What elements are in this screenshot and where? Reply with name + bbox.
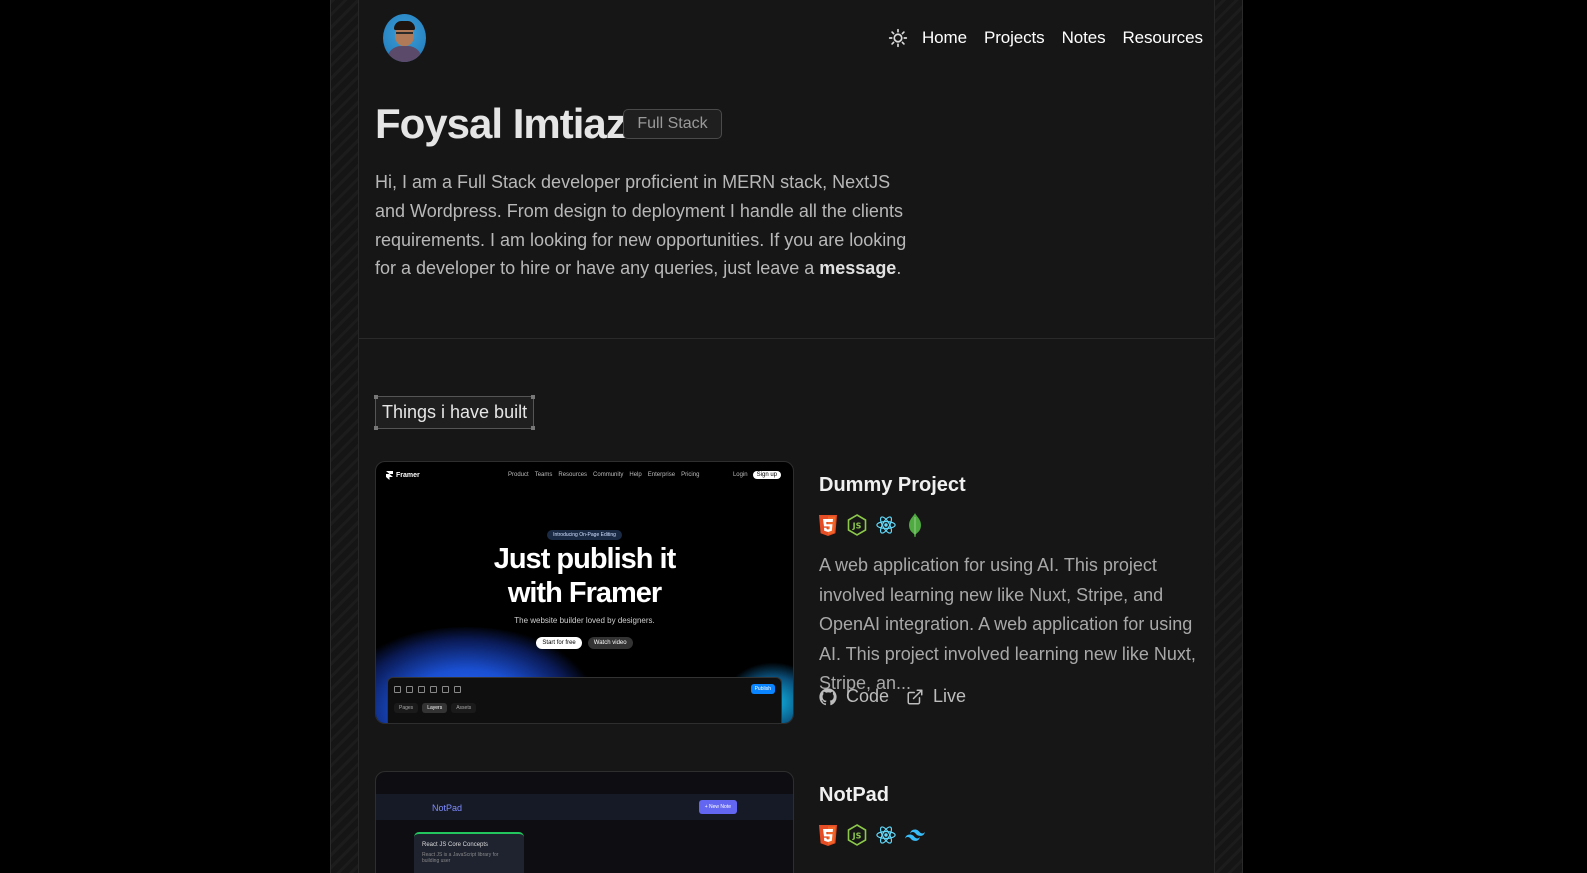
tailwind-icon — [905, 824, 925, 846]
preview-nav: Framer Product Teams Resources Community… — [386, 468, 783, 482]
nav-home[interactable]: Home — [922, 28, 967, 48]
preview-nav-links: Product Teams Resources Community Help E… — [508, 472, 700, 478]
react-icon — [876, 824, 896, 846]
mongodb-icon — [905, 513, 925, 537]
live-link[interactable]: Live — [906, 686, 966, 707]
nav-resources[interactable]: Resources — [1122, 28, 1202, 48]
project-thumbnail-dummy[interactable]: Framer Product Teams Resources Community… — [375, 461, 794, 724]
main-nav: Home Projects Notes Resources — [888, 28, 1203, 48]
avatar[interactable] — [383, 14, 426, 62]
nav-notes[interactable]: Notes — [1062, 28, 1106, 48]
svg-text:JS: JS — [852, 832, 862, 841]
bio-end: . — [896, 258, 902, 279]
html5-icon — [818, 824, 838, 846]
preview-badge: Introducing On-Page Editing — [376, 523, 793, 541]
role-badge: Full Stack — [623, 109, 722, 139]
tech-stack: JS — [818, 513, 925, 537]
sun-icon[interactable] — [888, 28, 908, 48]
profile-name: Foysal Imtiaz — [375, 100, 627, 147]
nodejs-icon: JS — [847, 514, 867, 536]
code-link[interactable]: Code — [819, 686, 889, 707]
external-link-icon — [907, 689, 923, 704]
project-description: A web application for using AI. This pro… — [819, 555, 1196, 693]
preview-buttons: Start for free Watch video — [376, 637, 793, 649]
preview-headline: Just publish it with Framer — [493, 543, 677, 609]
project-links: Code Live — [819, 686, 983, 707]
github-icon — [819, 687, 837, 705]
nav-projects[interactable]: Projects — [984, 28, 1045, 48]
svg-text:JS: JS — [852, 522, 862, 531]
preview-editor-toolbar: Publish Pages Layers Assets — [387, 677, 782, 723]
section-title: Things i have built — [374, 395, 536, 430]
project-title[interactable]: NotPad — [819, 784, 889, 807]
project-thumbnail-notpad[interactable]: NotPad + New Note React JS Core Concepts… — [375, 771, 794, 873]
framer-logo: Framer — [386, 470, 420, 480]
nodejs-icon: JS — [847, 824, 867, 846]
html5-icon — [818, 514, 838, 536]
profile-bio: Hi, I am a Full Stack developer proficie… — [375, 168, 915, 283]
section-title-text: Things i have built — [382, 402, 528, 422]
tech-stack: JS — [818, 824, 925, 846]
message-link[interactable]: message — [819, 258, 896, 278]
preview-note-card: React JS Core Concepts React JS is a Jav… — [414, 832, 524, 873]
preview-subtitle: The website builder loved by designers. — [514, 616, 655, 625]
preview-appbar: NotPad + New Note — [376, 794, 793, 820]
project-title[interactable]: Dummy Project — [819, 474, 966, 497]
section-divider — [359, 338, 1214, 339]
react-icon — [876, 514, 896, 536]
